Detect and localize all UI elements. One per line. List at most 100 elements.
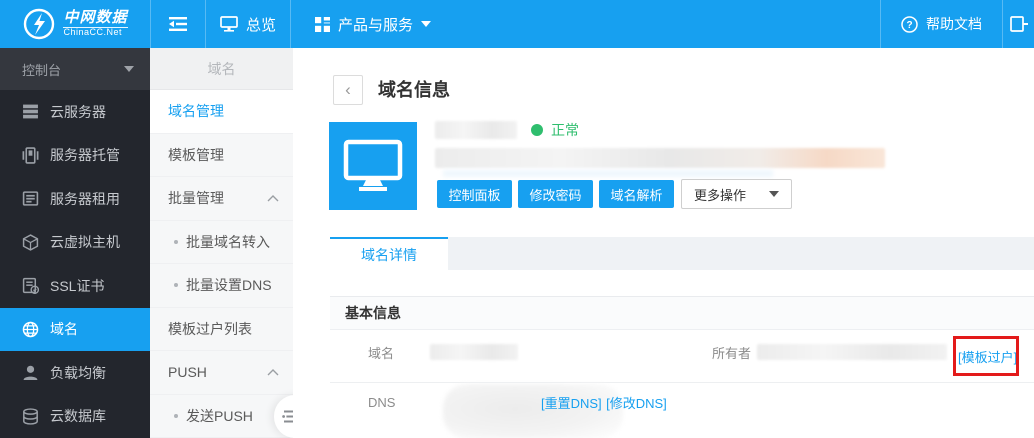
- secondary-sidebar: 域名 域名管理 模板管理 批量管理 批量域名转入 批量设置DNS 模板过户列表 …: [150, 48, 293, 438]
- globe-icon: [22, 321, 39, 338]
- submenu-item-label: 批量设置DNS: [186, 277, 272, 294]
- submenu-item-label: 模板管理: [168, 146, 224, 163]
- submenu-item-send-push[interactable]: 发送PUSH: [150, 395, 293, 438]
- redacted-domain-value: [430, 344, 518, 360]
- bullet-icon: [174, 283, 178, 288]
- primary-sidebar: 控制台 云服务器 服务器托管 服务器租用 云虚拟主机 SSL证书 域名 负载均衡…: [0, 48, 150, 438]
- redacted-domain-name: [435, 121, 517, 139]
- server-tower-icon: [22, 147, 39, 164]
- submenu-item-domain-management[interactable]: 域名管理: [150, 90, 293, 134]
- bullet-icon: [174, 413, 178, 418]
- modify-dns-link[interactable]: [修改DNS]: [606, 396, 667, 411]
- redacted-highlight: [443, 170, 773, 177]
- submenu-item-label: 批量管理: [168, 190, 224, 207]
- submenu-item-label: 批量域名转入: [186, 233, 270, 250]
- nav-overview-label: 总览: [245, 16, 276, 34]
- domain-avatar: [329, 122, 417, 210]
- sidebar-item-server-hosting[interactable]: 服务器托管: [0, 134, 150, 178]
- domain-resolution-button[interactable]: 域名解析: [599, 180, 674, 208]
- help-icon: ?: [901, 15, 918, 33]
- domain-field-label: 域名: [368, 346, 395, 361]
- sidebar-item-cloud-vps[interactable]: 云虚拟主机: [0, 221, 150, 265]
- sidebar-item-server-rental[interactable]: 服务器租用: [0, 177, 150, 221]
- logo-title: 中网数据: [63, 9, 128, 29]
- monitor-icon: [220, 16, 238, 32]
- nav-overview[interactable]: 总览: [205, 0, 290, 48]
- submenu-item-batch-management[interactable]: 批量管理: [150, 177, 293, 221]
- tab-bar: 域名详情: [330, 237, 1034, 270]
- server-stack-icon: [23, 104, 38, 119]
- console-selector[interactable]: 控制台: [0, 48, 150, 90]
- template-transfer-link[interactable]: [模板过户]: [958, 347, 1017, 366]
- submenu-header-label: 域名: [207, 60, 236, 77]
- owner-field-label: 所有者: [712, 346, 752, 361]
- submenu-item-label: 域名管理: [168, 103, 224, 120]
- change-password-button[interactable]: 修改密码: [518, 180, 593, 208]
- chevron-up-icon: [267, 194, 279, 202]
- logo-icon: [24, 8, 55, 40]
- help-docs-label: 帮助文档: [926, 16, 982, 32]
- submenu-item-batch-domain-transfer-in[interactable]: 批量域名转入: [150, 221, 293, 264]
- top-navbar: 中网数据 ChinaCC.Net 总览 产品与服务 ? 帮助文档: [0, 0, 1034, 48]
- help-docs-button[interactable]: ? 帮助文档: [880, 0, 1002, 48]
- sidebar-item-label: 服务器托管: [50, 147, 120, 164]
- dns-links: [重置DNS] [修改DNS]: [541, 393, 667, 413]
- sidebar-item-cloud-database[interactable]: 云数据库: [0, 395, 150, 438]
- brand-logo[interactable]: 中网数据 ChinaCC.Net: [0, 0, 150, 48]
- dns-field-label: DNS: [368, 395, 396, 410]
- sidebar-item-label: 负载均衡: [50, 364, 106, 381]
- user-icon: [23, 365, 38, 381]
- page-title: 域名信息: [378, 80, 450, 100]
- sidebar-item-label: 云数据库: [50, 408, 106, 425]
- chevron-down-icon: [421, 21, 431, 27]
- certificate-icon: [22, 278, 39, 295]
- submenu-header: 域名: [150, 48, 293, 90]
- collapse-sidebar-button[interactable]: [150, 0, 205, 48]
- monitor-icon: [343, 139, 403, 191]
- reset-dns-link[interactable]: [重置DNS]: [541, 396, 602, 411]
- submenu-item-template-transfer-list[interactable]: 模板过户列表: [150, 308, 293, 351]
- status-dot: [531, 124, 543, 136]
- submenu-item-label: 模板过户列表: [168, 320, 252, 337]
- app-window: 中网数据 ChinaCC.Net 总览 产品与服务 ? 帮助文档 控制台 云服务…: [0, 0, 1034, 438]
- redacted-owner-info: [435, 148, 885, 168]
- logo-subtitle: ChinaCC.Net: [63, 27, 123, 38]
- sidebar-item-label: 云服务器: [50, 103, 106, 120]
- logout-icon: [1009, 16, 1028, 32]
- chevron-down-icon: [124, 66, 134, 72]
- database-icon: [23, 408, 38, 425]
- sidebar-item-label: SSL证书: [50, 277, 105, 294]
- more-actions-dropdown[interactable]: 更多操作: [681, 179, 792, 209]
- submenu-item-push[interactable]: PUSH: [150, 351, 293, 395]
- main-content: ‹ 域名信息 正常 控制面板 修改密码 域名解析 更多操作 域名详情 基本信息 …: [293, 48, 1034, 438]
- submenu-item-label: PUSH: [168, 364, 207, 381]
- submenu-item-template-management[interactable]: 模板管理: [150, 134, 293, 177]
- sidebar-item-label: 服务器租用: [50, 190, 120, 207]
- console-selector-label: 控制台: [22, 62, 62, 78]
- row-divider: [330, 382, 1034, 383]
- sidebar-item-cloud-server[interactable]: 云服务器: [0, 90, 150, 134]
- section-title: 基本信息: [345, 305, 401, 321]
- collapse-icon: [169, 17, 187, 31]
- sidebar-item-label: 域名: [50, 321, 78, 338]
- section-basic-info: 基本信息: [330, 296, 1034, 330]
- nav-products-label: 产品与服务: [337, 16, 413, 34]
- sidebar-item-domain[interactable]: 域名: [0, 307, 150, 351]
- grid-icon: [314, 16, 330, 32]
- status-badge: 正常: [551, 122, 579, 138]
- submenu-item-batch-set-dns[interactable]: 批量设置DNS: [150, 264, 293, 308]
- logout-button[interactable]: [1002, 0, 1034, 48]
- server-rack-icon: [22, 191, 39, 206]
- nav-products[interactable]: 产品与服务: [290, 0, 455, 48]
- chevron-up-icon: [267, 368, 279, 376]
- back-button[interactable]: ‹: [333, 75, 363, 105]
- chevron-down-icon: [769, 191, 779, 197]
- svg-text:?: ?: [906, 20, 912, 31]
- submenu-item-label: 发送PUSH: [186, 407, 253, 424]
- tab-domain-details[interactable]: 域名详情: [330, 237, 448, 270]
- control-panel-button[interactable]: 控制面板: [437, 180, 512, 208]
- sidebar-item-ssl-cert[interactable]: SSL证书: [0, 264, 150, 308]
- redacted-owner-value: [757, 344, 947, 360]
- tab-label: 域名详情: [361, 246, 417, 263]
- sidebar-item-load-balancer[interactable]: 负载均衡: [0, 351, 150, 395]
